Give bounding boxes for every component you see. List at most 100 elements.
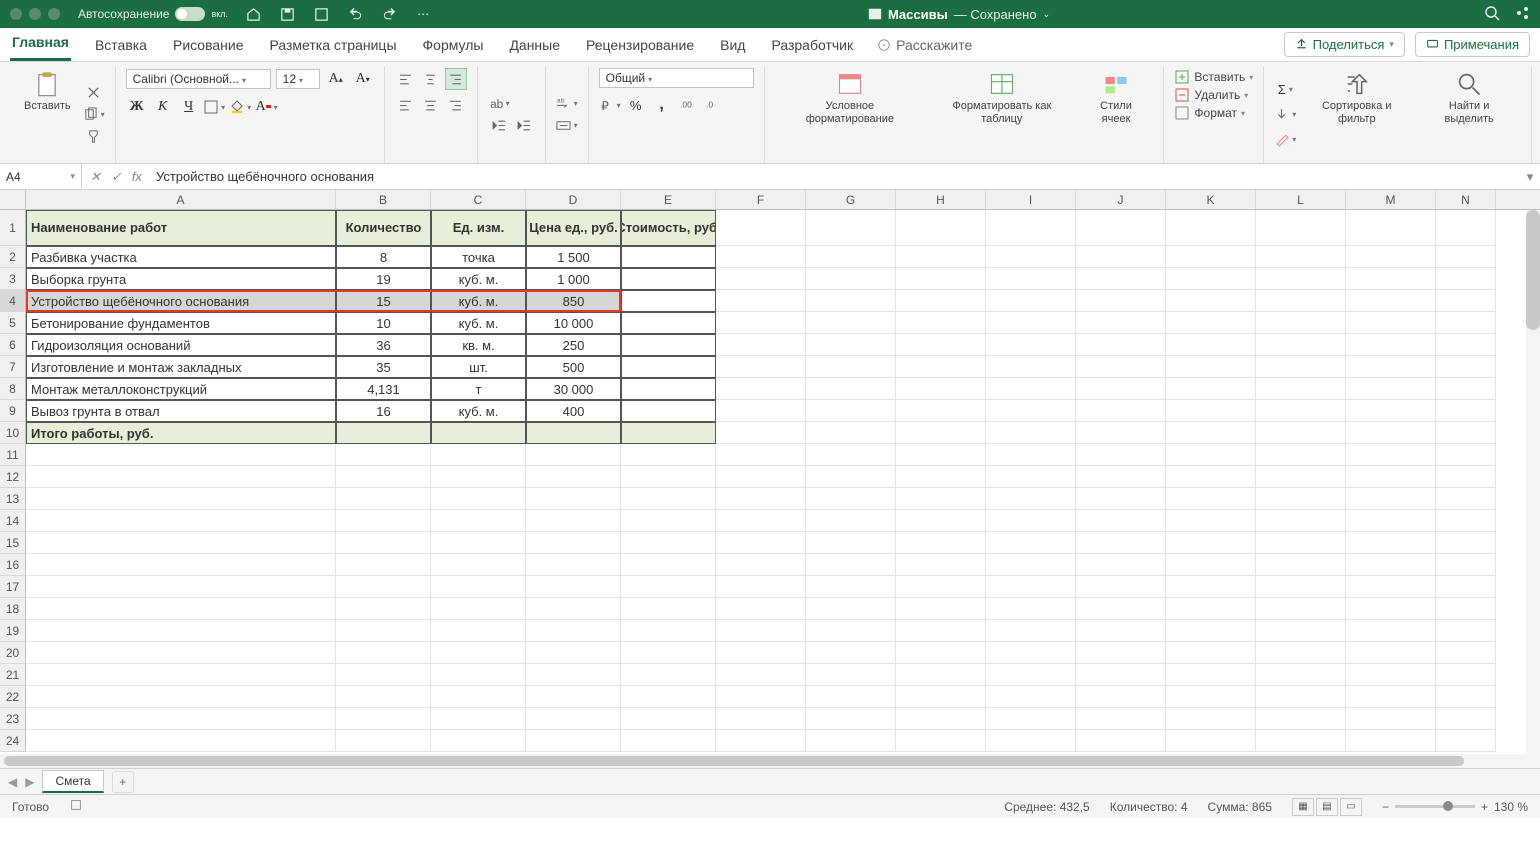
- cell[interactable]: [336, 708, 431, 730]
- cell[interactable]: [1256, 378, 1346, 400]
- cell[interactable]: [716, 444, 806, 466]
- cell[interactable]: [621, 422, 716, 444]
- tab-home[interactable]: Главная: [10, 28, 71, 61]
- cell[interactable]: [431, 488, 526, 510]
- cell[interactable]: 8: [336, 246, 431, 268]
- search-icon[interactable]: [1484, 5, 1500, 24]
- underline-button[interactable]: Ч: [178, 96, 200, 118]
- cell[interactable]: [431, 708, 526, 730]
- cell[interactable]: [1346, 488, 1436, 510]
- cell[interactable]: [1436, 642, 1496, 664]
- cell[interactable]: 1 000: [526, 268, 621, 290]
- cell[interactable]: [1346, 422, 1436, 444]
- cell[interactable]: [896, 400, 986, 422]
- cell[interactable]: [716, 356, 806, 378]
- cell[interactable]: [26, 730, 336, 752]
- cell[interactable]: [716, 466, 806, 488]
- cell[interactable]: 19: [336, 268, 431, 290]
- cell[interactable]: [1076, 378, 1166, 400]
- cell[interactable]: [1346, 620, 1436, 642]
- cell[interactable]: [526, 642, 621, 664]
- cell[interactable]: [896, 210, 986, 246]
- cell[interactable]: [986, 356, 1076, 378]
- cell[interactable]: [621, 730, 716, 752]
- cell[interactable]: [1436, 576, 1496, 598]
- row-header[interactable]: 14: [0, 510, 25, 532]
- cell[interactable]: [1166, 576, 1256, 598]
- font-color-button[interactable]: A: [256, 96, 278, 118]
- cell[interactable]: [1436, 378, 1496, 400]
- cell[interactable]: [1256, 356, 1346, 378]
- cell[interactable]: точка: [431, 246, 526, 268]
- cell[interactable]: [621, 334, 716, 356]
- cell[interactable]: [1166, 334, 1256, 356]
- cell[interactable]: куб. м.: [431, 290, 526, 312]
- cell[interactable]: [716, 378, 806, 400]
- cell[interactable]: 4,131: [336, 378, 431, 400]
- row-header[interactable]: 1: [0, 210, 25, 246]
- cell[interactable]: [806, 620, 896, 642]
- cell[interactable]: [526, 554, 621, 576]
- cell[interactable]: кв. м.: [431, 334, 526, 356]
- cell[interactable]: [1346, 290, 1436, 312]
- cell[interactable]: [1346, 466, 1436, 488]
- cell[interactable]: 15: [336, 290, 431, 312]
- cell[interactable]: [1256, 532, 1346, 554]
- cell[interactable]: [896, 510, 986, 532]
- cell[interactable]: [896, 532, 986, 554]
- cell[interactable]: [1256, 598, 1346, 620]
- sheet-tab-active[interactable]: Смета: [42, 770, 103, 793]
- cell[interactable]: [806, 642, 896, 664]
- cell[interactable]: куб. м.: [431, 268, 526, 290]
- cell[interactable]: [1436, 664, 1496, 686]
- cell[interactable]: Бетонирование фундаментов: [26, 312, 336, 334]
- cell[interactable]: 250: [526, 334, 621, 356]
- copy-icon[interactable]: [83, 103, 105, 125]
- cell[interactable]: [986, 334, 1076, 356]
- cell[interactable]: [1166, 356, 1256, 378]
- cell[interactable]: [1436, 532, 1496, 554]
- cell[interactable]: т: [431, 378, 526, 400]
- cell[interactable]: [1436, 466, 1496, 488]
- cell[interactable]: [1346, 356, 1436, 378]
- cell[interactable]: [896, 422, 986, 444]
- cell[interactable]: [1076, 422, 1166, 444]
- cell[interactable]: [716, 620, 806, 642]
- tab-draw[interactable]: Рисование: [171, 31, 246, 61]
- cell[interactable]: [336, 554, 431, 576]
- cell[interactable]: [986, 422, 1076, 444]
- decrease-font-icon[interactable]: A▾: [352, 68, 374, 90]
- cell[interactable]: [1346, 664, 1436, 686]
- cell[interactable]: [1256, 246, 1346, 268]
- cell[interactable]: [26, 620, 336, 642]
- cell[interactable]: [1076, 708, 1166, 730]
- cell[interactable]: [431, 620, 526, 642]
- bold-button[interactable]: Ж: [126, 96, 148, 118]
- row-header[interactable]: 19: [0, 620, 25, 642]
- cell[interactable]: [336, 466, 431, 488]
- format-cells-button[interactable]: Формат▾: [1174, 104, 1253, 122]
- col-header-J[interactable]: J: [1076, 190, 1166, 209]
- cell[interactable]: [1256, 708, 1346, 730]
- cell[interactable]: [1346, 510, 1436, 532]
- cell[interactable]: [806, 444, 896, 466]
- cell[interactable]: [806, 312, 896, 334]
- cell[interactable]: [806, 510, 896, 532]
- cell[interactable]: [1256, 210, 1346, 246]
- cell[interactable]: [621, 708, 716, 730]
- cell[interactable]: [986, 268, 1076, 290]
- cell[interactable]: [1256, 554, 1346, 576]
- cell[interactable]: [716, 664, 806, 686]
- row-header[interactable]: 10: [0, 422, 25, 444]
- cell[interactable]: [1436, 708, 1496, 730]
- cell[interactable]: [1166, 686, 1256, 708]
- cell[interactable]: [1076, 664, 1166, 686]
- cell[interactable]: [1076, 290, 1166, 312]
- cell[interactable]: [336, 686, 431, 708]
- cell[interactable]: [716, 510, 806, 532]
- cell[interactable]: [621, 576, 716, 598]
- row-header[interactable]: 9: [0, 400, 25, 422]
- cell[interactable]: [1256, 730, 1346, 752]
- autosave-toggle[interactable]: [175, 7, 205, 21]
- align-top-right[interactable]: [445, 68, 467, 90]
